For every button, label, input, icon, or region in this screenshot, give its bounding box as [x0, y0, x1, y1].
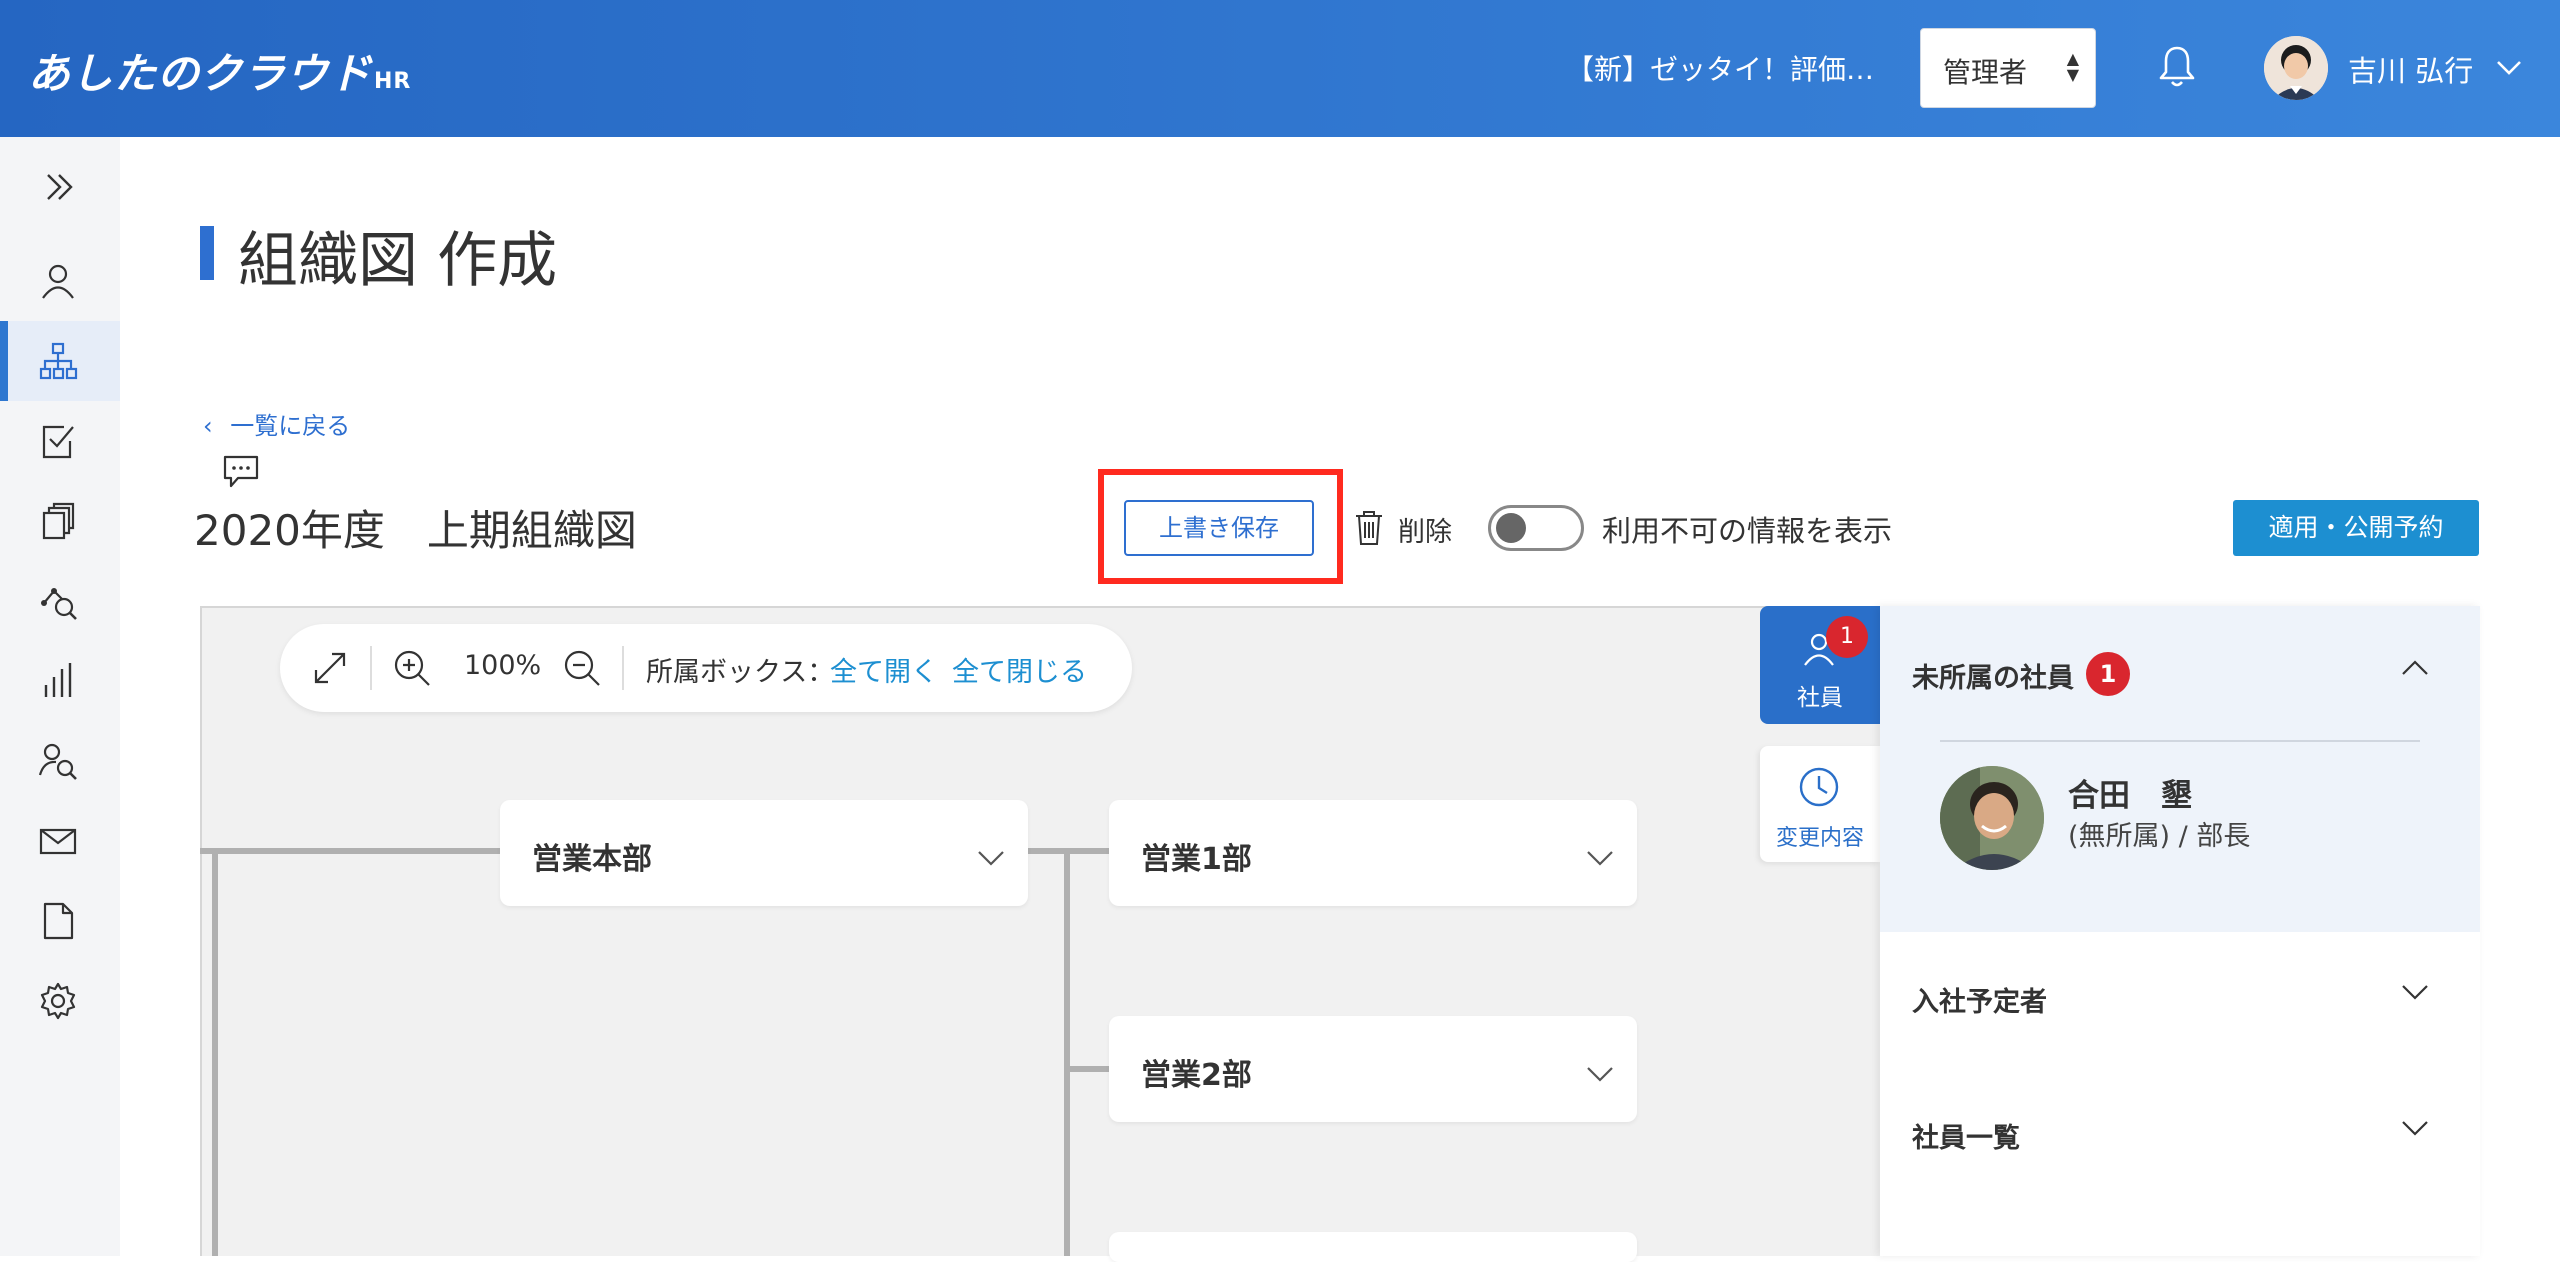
connector-line	[1064, 1066, 1110, 1072]
user-name[interactable]: 吉川 弘行	[2348, 48, 2473, 90]
gear-icon	[40, 982, 76, 1020]
collapse-all-link[interactable]: 全て閉じる	[952, 650, 1087, 689]
sidebar-item-org-chart[interactable]	[0, 321, 120, 401]
logo-text: あしたのクラウド	[28, 49, 373, 98]
role-select[interactable]: 管理者 ▲ ▼	[1920, 28, 2096, 108]
clock-icon	[1799, 767, 1839, 807]
connector-line	[200, 848, 500, 854]
chevron-down-icon[interactable]	[2400, 1112, 2430, 1142]
sidebar-item-files[interactable]	[0, 881, 120, 961]
employee-name[interactable]: 合田 墾	[2068, 770, 2192, 815]
back-link-label: 一覧に戻る	[230, 412, 351, 440]
chevron-left-icon: ‹	[203, 412, 213, 440]
documents-icon	[42, 502, 75, 540]
bar-chart-icon	[44, 663, 72, 697]
sidebar-item-settings[interactable]	[0, 961, 120, 1041]
sidebar-item-reports[interactable]	[0, 641, 120, 721]
canvas-toolbar: 100% 所属ボックス： 全て開く 全て閉じる	[280, 624, 1132, 712]
title-accent-bar	[200, 226, 214, 280]
unassigned-section: 未所属の社員 1 合田 墾 (無所属) / 部長	[1880, 606, 2480, 932]
employee-avatar-image	[1940, 766, 2044, 870]
publish-schedule-button[interactable]: 適用・公開予約	[2233, 500, 2479, 556]
tab-changes-label: 変更内容	[1775, 826, 1864, 851]
upcoming-hires-section-title[interactable]: 入社予定者	[1912, 980, 2047, 1019]
company-name[interactable]: 【新】ゼッタイ！評価…	[1566, 48, 1874, 88]
logo-suffix: HR	[374, 69, 412, 94]
select-arrows-icon: ▲ ▼	[2066, 49, 2079, 84]
org-node[interactable]: 営業本部	[500, 800, 1028, 906]
checklist-icon	[42, 425, 74, 459]
overwrite-save-button[interactable]: 上書き保存	[1124, 500, 1314, 556]
comment-icon[interactable]	[222, 454, 260, 490]
user-avatar[interactable]	[2264, 36, 2328, 100]
double-chevron-right-icon	[47, 174, 73, 200]
zoom-out-icon[interactable]	[562, 648, 602, 688]
user-avatar-image	[2264, 36, 2328, 100]
app-logo[interactable]: あしたのクラウドHR	[28, 40, 411, 101]
sidebar-item-evaluation[interactable]	[0, 401, 120, 481]
chevron-up-icon[interactable]	[2400, 654, 2430, 684]
zoom-in-icon[interactable]	[392, 648, 432, 688]
chevron-down-icon[interactable]	[2494, 52, 2524, 82]
sidebar	[0, 137, 120, 1256]
file-icon	[43, 902, 74, 940]
analysis-icon	[41, 588, 77, 620]
role-select-value: 管理者	[1943, 56, 2028, 89]
connector-line	[1064, 848, 1070, 1256]
chevron-down-icon[interactable]	[1585, 842, 1615, 872]
delete-button[interactable]: 削除	[1398, 510, 1452, 549]
box-label: 所属ボックス：	[646, 657, 835, 688]
toolbar-divider	[370, 646, 372, 690]
expand-all-link[interactable]: 全て開く	[830, 650, 938, 689]
bell-icon[interactable]	[2157, 44, 2197, 90]
connector-line	[212, 848, 218, 1256]
tab-changes[interactable]: 変更内容	[1760, 746, 1880, 862]
employee-avatar[interactable]	[1940, 766, 2044, 870]
tab-employees-label: 社員	[1797, 685, 1843, 711]
org-node[interactable]: 営業2部	[1109, 1016, 1637, 1122]
sidebar-item-analysis[interactable]	[0, 561, 120, 641]
org-chart-icon	[39, 342, 78, 380]
page-title: 組織図 作成	[238, 226, 558, 296]
org-chart-name: 2020年度 上期組織図	[194, 506, 637, 555]
zoom-level: 100%	[464, 650, 542, 681]
chevron-down-icon[interactable]	[2400, 976, 2430, 1006]
top-header: あしたのクラウドHR 【新】ゼッタイ！評価… 管理者 ▲ ▼ 吉川 弘行	[0, 0, 2560, 137]
section-divider	[1940, 740, 2420, 742]
org-node-name: 営業1部	[1141, 842, 1252, 877]
org-node-partial[interactable]	[1109, 1232, 1637, 1262]
sidebar-expand-button[interactable]	[0, 137, 120, 237]
toggle-knob	[1496, 513, 1526, 543]
sidebar-item-mail[interactable]	[0, 801, 120, 881]
employee-list-section-title[interactable]: 社員一覧	[1912, 1116, 2020, 1155]
sidebar-item-search[interactable]	[0, 721, 120, 801]
fullscreen-icon[interactable]	[310, 648, 350, 688]
employees-count-badge: 1	[1826, 616, 1868, 658]
user-icon	[42, 264, 74, 299]
user-search-icon	[38, 743, 77, 780]
toolbar-divider	[622, 646, 624, 690]
mail-icon	[39, 828, 77, 855]
employee-role: (無所属) / 部長	[2068, 821, 2251, 852]
sidebar-item-documents[interactable]	[0, 481, 120, 561]
employee-panel: 未所属の社員 1 合田 墾 (無所属) / 部長 入社予定者 社員一覧	[1880, 606, 2480, 1256]
unassigned-count-badge: 1	[2086, 652, 2130, 696]
chevron-down-icon[interactable]	[1585, 1058, 1615, 1088]
org-node-name: 営業本部	[532, 842, 652, 877]
show-unavailable-label: 利用不可の情報を表示	[1602, 514, 1893, 548]
back-to-list-link[interactable]: ‹ 一覧に戻る	[203, 406, 350, 441]
chevron-down-icon[interactable]	[976, 842, 1006, 872]
org-node[interactable]: 営業1部	[1109, 800, 1637, 906]
trash-icon[interactable]	[1354, 510, 1384, 546]
show-unavailable-toggle[interactable]	[1488, 505, 1584, 551]
unassigned-section-title[interactable]: 未所属の社員	[1912, 656, 2074, 695]
org-node-name: 営業2部	[1141, 1058, 1252, 1093]
sidebar-item-employees[interactable]	[0, 241, 120, 321]
